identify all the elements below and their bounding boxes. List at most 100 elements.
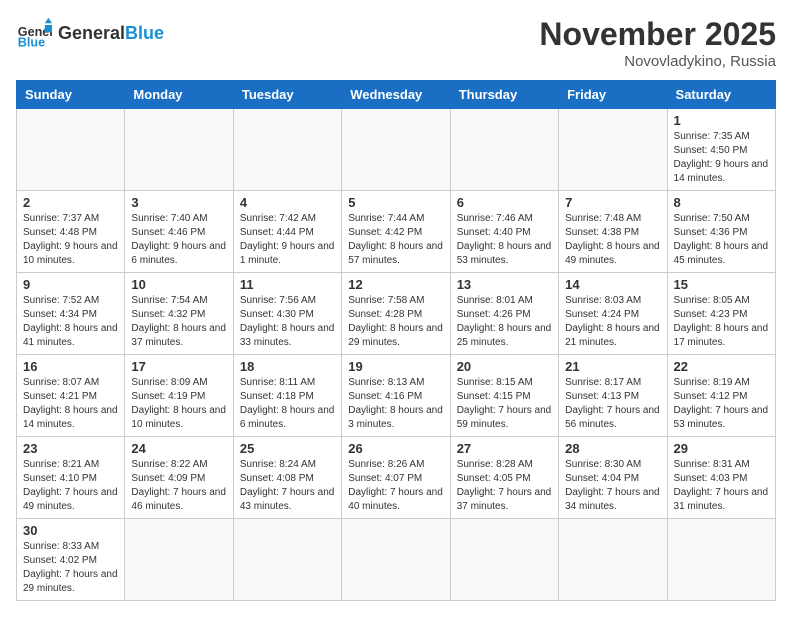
- col-header-wednesday: Wednesday: [342, 81, 450, 109]
- day-number: 3: [131, 195, 226, 210]
- calendar-day-cell: [342, 109, 450, 191]
- month-title: November 2025: [539, 16, 776, 53]
- col-header-thursday: Thursday: [450, 81, 558, 109]
- col-header-monday: Monday: [125, 81, 233, 109]
- calendar-day-cell: 3Sunrise: 7:40 AM Sunset: 4:46 PM Daylig…: [125, 191, 233, 273]
- calendar-day-cell: 14 Sunrise: 8:03 AM Sunset: 4:24 PM Dayli…: [559, 273, 667, 355]
- calendar-day-cell: 18 Sunrise: 8:11 AM Sunset: 4:18 PM Dayli…: [233, 355, 341, 437]
- day-info: Sunrise: 7:50 AM Sunset: 4:36 PM Dayligh…: [674, 212, 769, 268]
- calendar-day-cell: 28Sunrise: 8:30 AM Sunset: 4:04 PM Dayli…: [559, 437, 667, 519]
- calendar-header-row: SundayMondayTuesdayWednesdayThursdayFrid…: [17, 81, 776, 109]
- day-info: Sunrise: 7:37 AM Sunset: 4:48 PM Dayligh…: [23, 212, 118, 268]
- day-number: 19: [348, 359, 443, 374]
- day-info: Sunrise: 8:28 AM Sunset: 4:05 PM Dayligh…: [457, 458, 552, 514]
- day-number: 12: [348, 277, 443, 292]
- day-number: 27: [457, 441, 552, 456]
- day-number: 22: [674, 359, 769, 374]
- calendar-day-cell: [559, 519, 667, 601]
- title-block: November 2025 Novovladykino, Russia: [539, 16, 776, 70]
- calendar-day-cell: 13 Sunrise: 8:01 AM Sunset: 4:26 PM Dayli…: [450, 273, 558, 355]
- calendar-day-cell: 17Sunrise: 8:09 AM Sunset: 4:19 PM Dayli…: [125, 355, 233, 437]
- day-number: 28: [565, 441, 660, 456]
- day-info: Sunrise: 8:11 AM Sunset: 4:18 PM Dayligh…: [240, 376, 335, 432]
- day-number: 20: [457, 359, 552, 374]
- calendar-day-cell: 20 Sunrise: 8:15 AM Sunset: 4:15 PM Dayli…: [450, 355, 558, 437]
- calendar-week-row: 2 Sunrise: 7:37 AM Sunset: 4:48 PM Daylig…: [17, 191, 776, 273]
- day-number: 9: [23, 277, 118, 292]
- calendar-day-cell: 23Sunrise: 8:21 AM Sunset: 4:10 PM Dayli…: [17, 437, 125, 519]
- calendar-week-row: 30Sunrise: 8:33 AM Sunset: 4:02 PM Dayli…: [17, 519, 776, 601]
- calendar-day-cell: 4 Sunrise: 7:42 AM Sunset: 4:44 PM Daylig…: [233, 191, 341, 273]
- calendar-day-cell: 19Sunrise: 8:13 AM Sunset: 4:16 PM Dayli…: [342, 355, 450, 437]
- calendar-day-cell: 26 Sunrise: 8:26 AM Sunset: 4:07 PM Dayli…: [342, 437, 450, 519]
- calendar-day-cell: 25 Sunrise: 8:24 AM Sunset: 4:08 PM Dayli…: [233, 437, 341, 519]
- calendar-day-cell: 1Sunrise: 7:35 AM Sunset: 4:50 PM Daylig…: [667, 109, 775, 191]
- day-number: 15: [674, 277, 769, 292]
- calendar-day-cell: 10 Sunrise: 7:54 AM Sunset: 4:32 PM Dayli…: [125, 273, 233, 355]
- col-header-friday: Friday: [559, 81, 667, 109]
- calendar-day-cell: [559, 109, 667, 191]
- day-info: Sunrise: 8:15 AM Sunset: 4:15 PM Dayligh…: [457, 376, 552, 432]
- page-header: General Blue GeneralBlue November 2025 N…: [16, 16, 776, 70]
- day-number: 21: [565, 359, 660, 374]
- calendar-day-cell: 24 Sunrise: 8:22 AM Sunset: 4:09 PM Dayli…: [125, 437, 233, 519]
- day-number: 13: [457, 277, 552, 292]
- day-number: 25: [240, 441, 335, 456]
- calendar-day-cell: 16 Sunrise: 8:07 AM Sunset: 4:21 PM Dayli…: [17, 355, 125, 437]
- calendar-day-cell: 8Sunrise: 7:50 AM Sunset: 4:36 PM Daylig…: [667, 191, 775, 273]
- day-info: Sunrise: 8:19 AM Sunset: 4:12 PM Dayligh…: [674, 376, 769, 432]
- day-info: Sunrise: 8:24 AM Sunset: 4:08 PM Dayligh…: [240, 458, 335, 514]
- calendar-day-cell: [342, 519, 450, 601]
- day-info: Sunrise: 8:17 AM Sunset: 4:13 PM Dayligh…: [565, 376, 660, 432]
- day-info: Sunrise: 8:31 AM Sunset: 4:03 PM Dayligh…: [674, 458, 769, 514]
- day-number: 5: [348, 195, 443, 210]
- day-number: 10: [131, 277, 226, 292]
- day-number: 14: [565, 277, 660, 292]
- calendar-day-cell: [450, 519, 558, 601]
- day-number: 26: [348, 441, 443, 456]
- day-number: 16: [23, 359, 118, 374]
- day-info: Sunrise: 8:33 AM Sunset: 4:02 PM Dayligh…: [23, 540, 118, 596]
- col-header-sunday: Sunday: [17, 81, 125, 109]
- calendar-day-cell: 9Sunrise: 7:52 AM Sunset: 4:34 PM Daylig…: [17, 273, 125, 355]
- calendar-day-cell: [233, 519, 341, 601]
- day-info: Sunrise: 8:07 AM Sunset: 4:21 PM Dayligh…: [23, 376, 118, 432]
- day-info: Sunrise: 7:42 AM Sunset: 4:44 PM Dayligh…: [240, 212, 335, 268]
- day-number: 17: [131, 359, 226, 374]
- day-number: 18: [240, 359, 335, 374]
- day-info: Sunrise: 7:44 AM Sunset: 4:42 PM Dayligh…: [348, 212, 443, 268]
- logo-text: GeneralBlue: [58, 24, 164, 44]
- calendar-week-row: 23Sunrise: 8:21 AM Sunset: 4:10 PM Dayli…: [17, 437, 776, 519]
- calendar-day-cell: 27 Sunrise: 8:28 AM Sunset: 4:05 PM Dayli…: [450, 437, 558, 519]
- calendar-day-cell: [125, 519, 233, 601]
- day-info: Sunrise: 8:22 AM Sunset: 4:09 PM Dayligh…: [131, 458, 226, 514]
- logo-icon: General Blue: [16, 16, 52, 52]
- day-info: Sunrise: 7:48 AM Sunset: 4:38 PM Dayligh…: [565, 212, 660, 268]
- day-info: Sunrise: 8:03 AM Sunset: 4:24 PM Dayligh…: [565, 294, 660, 350]
- day-info: Sunrise: 8:01 AM Sunset: 4:26 PM Dayligh…: [457, 294, 552, 350]
- calendar-day-cell: 29 Sunrise: 8:31 AM Sunset: 4:03 PM Dayli…: [667, 437, 775, 519]
- day-number: 24: [131, 441, 226, 456]
- day-number: 2: [23, 195, 118, 210]
- calendar-table: SundayMondayTuesdayWednesdayThursdayFrid…: [16, 80, 776, 601]
- day-number: 11: [240, 277, 335, 292]
- calendar-day-cell: [233, 109, 341, 191]
- day-info: Sunrise: 7:54 AM Sunset: 4:32 PM Dayligh…: [131, 294, 226, 350]
- logo: General Blue GeneralBlue: [16, 16, 164, 52]
- day-number: 6: [457, 195, 552, 210]
- calendar-day-cell: 5 Sunrise: 7:44 AM Sunset: 4:42 PM Daylig…: [342, 191, 450, 273]
- calendar-day-cell: 21 Sunrise: 8:17 AM Sunset: 4:13 PM Dayli…: [559, 355, 667, 437]
- day-number: 29: [674, 441, 769, 456]
- calendar-day-cell: 22 Sunrise: 8:19 AM Sunset: 4:12 PM Dayli…: [667, 355, 775, 437]
- calendar-day-cell: [450, 109, 558, 191]
- day-number: 4: [240, 195, 335, 210]
- calendar-week-row: 1Sunrise: 7:35 AM Sunset: 4:50 PM Daylig…: [17, 109, 776, 191]
- calendar-day-cell: 12Sunrise: 7:58 AM Sunset: 4:28 PM Dayli…: [342, 273, 450, 355]
- calendar-day-cell: 15Sunrise: 8:05 AM Sunset: 4:23 PM Dayli…: [667, 273, 775, 355]
- day-number: 23: [23, 441, 118, 456]
- calendar-day-cell: [17, 109, 125, 191]
- calendar-day-cell: [667, 519, 775, 601]
- col-header-saturday: Saturday: [667, 81, 775, 109]
- day-info: Sunrise: 8:26 AM Sunset: 4:07 PM Dayligh…: [348, 458, 443, 514]
- day-number: 7: [565, 195, 660, 210]
